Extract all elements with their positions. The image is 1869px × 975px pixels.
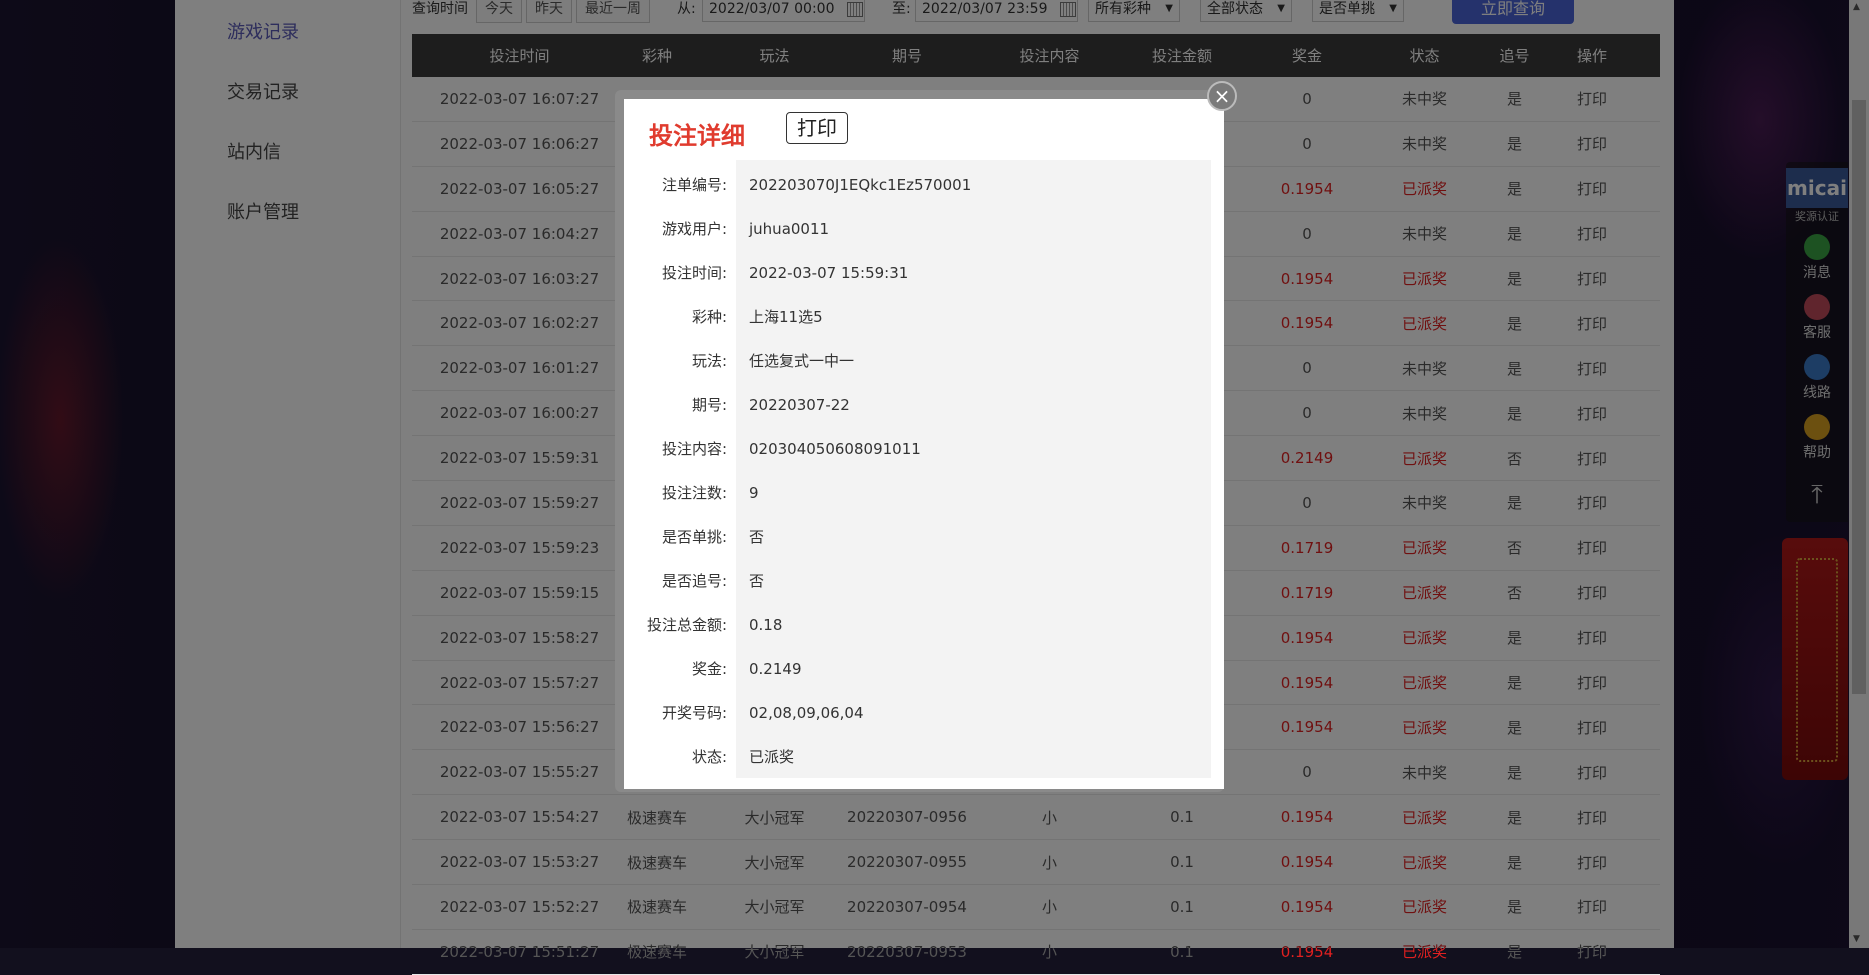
detail-row: 投注注数: 9 (641, 471, 1211, 515)
detail-label: 投注注数: (661, 484, 727, 502)
detail-label: 投注内容: (661, 440, 727, 458)
detail-row: 是否追号: 否 (641, 559, 1211, 603)
print-button[interactable]: 打印 (786, 112, 848, 144)
detail-row: 彩种: 上海11选5 (641, 295, 1211, 339)
detail-value: juhua0011 (749, 220, 830, 238)
detail-label: 是否追号: (661, 572, 727, 590)
detail-value: 已派奖 (749, 748, 795, 766)
detail-row: 投注总金额: 0.18 (641, 603, 1211, 647)
detail-value: 否 (749, 528, 765, 546)
detail-row: 期号: 20220307-22 (641, 383, 1211, 427)
detail-label: 奖金: (691, 660, 727, 678)
detail-row: 是否单挑: 否 (641, 515, 1211, 559)
detail-label: 游戏用户: (661, 220, 727, 238)
detail-label: 是否单挑: (661, 528, 727, 546)
detail-value: 020304050608091011 (749, 440, 921, 458)
detail-label: 注单编号: (661, 176, 727, 194)
detail-value: 否 (749, 572, 765, 590)
detail-value: 任选复式一中一 (749, 352, 855, 370)
detail-row: 游戏用户: juhua0011 (641, 207, 1211, 251)
detail-value: 0.18 (749, 616, 783, 634)
detail-row: 状态: 已派奖 (641, 735, 1211, 779)
detail-label: 状态: (691, 748, 727, 766)
detail-row: 投注内容: 020304050608091011 (641, 427, 1211, 471)
detail-label: 彩种: (691, 308, 727, 326)
detail-value: 上海11选5 (749, 308, 823, 326)
detail-value: 0.2149 (749, 660, 802, 678)
modal-title: 投注详细 (649, 122, 745, 150)
detail-value: 202203070J1EQkc1Ez570001 (749, 176, 972, 194)
detail-value: 2022-03-07 15:59:31 (749, 264, 909, 282)
detail-value: 9 (749, 484, 759, 502)
detail-label: 期号: (691, 396, 727, 414)
detail-row: 注单编号: 202203070J1EQkc1Ez570001 (641, 163, 1211, 207)
detail-row: 投注时间: 2022-03-07 15:59:31 (641, 251, 1211, 295)
detail-row: 奖金: 0.2149 (641, 647, 1211, 691)
detail-value: 02,08,09,06,04 (749, 704, 864, 722)
detail-value: 20220307-22 (749, 396, 850, 414)
detail-label: 投注总金额: (646, 616, 727, 634)
detail-label: 投注时间: (661, 264, 727, 282)
detail-row: 开奖号码: 02,08,09,06,04 (641, 691, 1211, 735)
detail-label: 开奖号码: (661, 704, 727, 722)
detail-label: 玩法: (691, 352, 727, 370)
close-icon[interactable]: × (1207, 81, 1237, 111)
detail-row: 玩法: 任选复式一中一 (641, 339, 1211, 383)
